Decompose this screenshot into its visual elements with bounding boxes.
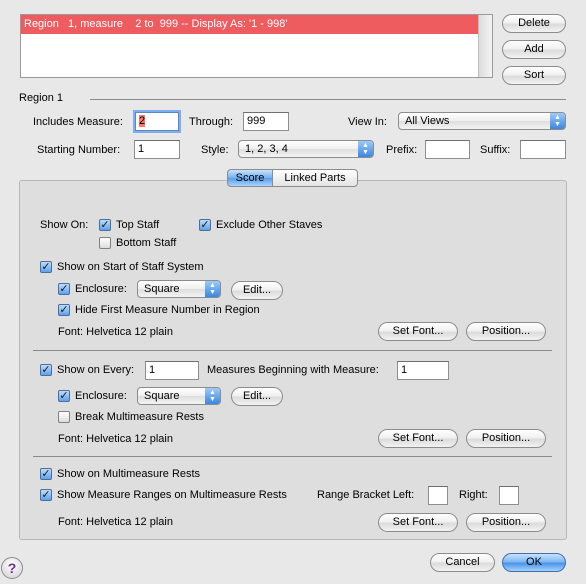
popup-arrows-icon: ▲ ▼ — [550, 113, 565, 129]
hide-first-label: Hide First Measure Number in Region — [75, 304, 260, 316]
position-button[interactable]: Position... — [466, 513, 546, 532]
set-font-button[interactable]: Set Font... — [378, 513, 458, 532]
edit-button[interactable]: Edit... — [231, 281, 283, 300]
delete-button[interactable]: Delete — [502, 14, 566, 33]
section-divider — [33, 350, 552, 351]
region-list-item[interactable]: Region 1, measure 2 to 999 -- Display As… — [21, 15, 478, 34]
range-bracket-left-label: Range Bracket Left: — [317, 489, 415, 501]
measures-beginning-label: Measures Beginning with Measure: — [207, 364, 379, 376]
right-label: Right: — [459, 489, 488, 501]
show-measure-ranges-checkbox[interactable]: ✓ — [40, 489, 52, 501]
list-scrollbar[interactable] — [478, 15, 492, 77]
show-on-label: Show On: — [40, 219, 89, 231]
show-on-every-label: Show on Every: — [57, 364, 135, 376]
position-button[interactable]: Position... — [466, 322, 546, 341]
break-multimeasure-checkbox[interactable] — [58, 411, 70, 423]
section-divider — [33, 456, 552, 457]
show-on-multimeasure-checkbox[interactable]: ✓ — [40, 468, 52, 480]
exclude-other-staves-checkbox[interactable]: ✓ — [199, 219, 211, 231]
show-measure-ranges-label: Show Measure Ranges on Multimeasure Rest… — [57, 489, 287, 501]
range-bracket-right-input[interactable] — [499, 486, 519, 505]
style-label: Style: — [201, 144, 229, 156]
enclosure-checkbox[interactable]: ✓ — [58, 390, 70, 402]
through-input[interactable]: 999 — [243, 112, 289, 131]
top-staff-checkbox[interactable]: ✓ — [99, 219, 111, 231]
bottom-staff-label: Bottom Staff — [116, 237, 177, 249]
show-on-start-label: Show on Start of Staff System — [57, 261, 204, 273]
through-label: Through: — [189, 116, 234, 128]
region-group-title: Region 1 — [19, 92, 64, 104]
set-font-button[interactable]: Set Font... — [378, 322, 458, 341]
view-in-label: View In: — [348, 116, 387, 128]
starting-number-label: Starting Number: — [37, 144, 121, 156]
show-on-multimeasure-label: Show on Multimeasure Rests — [57, 468, 201, 480]
tab-panel — [19, 180, 567, 540]
tab-linked-parts[interactable]: Linked Parts — [272, 169, 358, 187]
style-value: 1, 2, 3, 4 — [245, 143, 288, 155]
prefix-label: Prefix: — [386, 144, 418, 156]
enclosure-value: Square — [144, 283, 180, 295]
view-in-popup[interactable]: All Views ▲ ▼ — [398, 112, 566, 130]
bottom-staff-checkbox[interactable] — [99, 237, 111, 249]
show-on-every-checkbox[interactable]: ✓ — [40, 364, 52, 376]
starting-number-input[interactable]: 1 — [134, 140, 180, 159]
view-in-value: All Views — [405, 115, 450, 127]
enclosure-value: Square — [144, 390, 180, 402]
includes-measure-input[interactable]: 2 — [135, 112, 179, 131]
top-staff-label: Top Staff — [116, 219, 160, 231]
popup-arrows-icon: ▲ ▼ — [358, 141, 373, 157]
help-icon[interactable]: ? — [1, 557, 23, 579]
show-on-every-input[interactable]: 1 — [145, 361, 199, 380]
edit-button[interactable]: Edit... — [231, 387, 283, 406]
ok-button[interactable]: OK — [502, 553, 566, 572]
show-on-start-checkbox[interactable]: ✓ — [40, 261, 52, 273]
enclosure-popup[interactable]: Square ▲ ▼ — [137, 280, 221, 298]
tab-score[interactable]: Score — [227, 169, 273, 187]
enclosure-label: Enclosure: — [75, 390, 127, 402]
cancel-button[interactable]: Cancel — [430, 553, 495, 572]
break-multimeasure-label: Break Multimeasure Rests — [75, 411, 204, 423]
font-info: Font: Helvetica 12 plain — [58, 516, 173, 528]
hide-first-checkbox[interactable]: ✓ — [58, 304, 70, 316]
suffix-label: Suffix: — [480, 144, 511, 156]
includes-measure-label: Includes Measure: — [33, 116, 123, 128]
group-divider — [90, 99, 566, 100]
add-button[interactable]: Add — [502, 40, 566, 59]
popup-arrows-icon: ▲ ▼ — [205, 388, 220, 404]
suffix-input[interactable] — [520, 140, 566, 159]
enclosure-label: Enclosure: — [75, 283, 127, 295]
popup-arrows-icon: ▲ ▼ — [205, 281, 220, 297]
font-info: Font: Helvetica 12 plain — [58, 326, 173, 338]
font-info: Font: Helvetica 12 plain — [58, 433, 173, 445]
style-popup[interactable]: 1, 2, 3, 4 ▲ ▼ — [238, 140, 374, 158]
range-bracket-left-input[interactable] — [428, 486, 448, 505]
enclosure-checkbox[interactable]: ✓ — [58, 283, 70, 295]
region-list[interactable]: Region 1, measure 2 to 999 -- Display As… — [20, 14, 493, 78]
sort-button[interactable]: Sort — [502, 66, 566, 85]
prefix-input[interactable] — [425, 140, 470, 159]
enclosure-popup[interactable]: Square ▲ ▼ — [137, 387, 221, 405]
set-font-button[interactable]: Set Font... — [378, 429, 458, 448]
position-button[interactable]: Position... — [466, 429, 546, 448]
exclude-other-staves-label: Exclude Other Staves — [216, 219, 323, 231]
measures-beginning-input[interactable]: 1 — [397, 361, 449, 380]
